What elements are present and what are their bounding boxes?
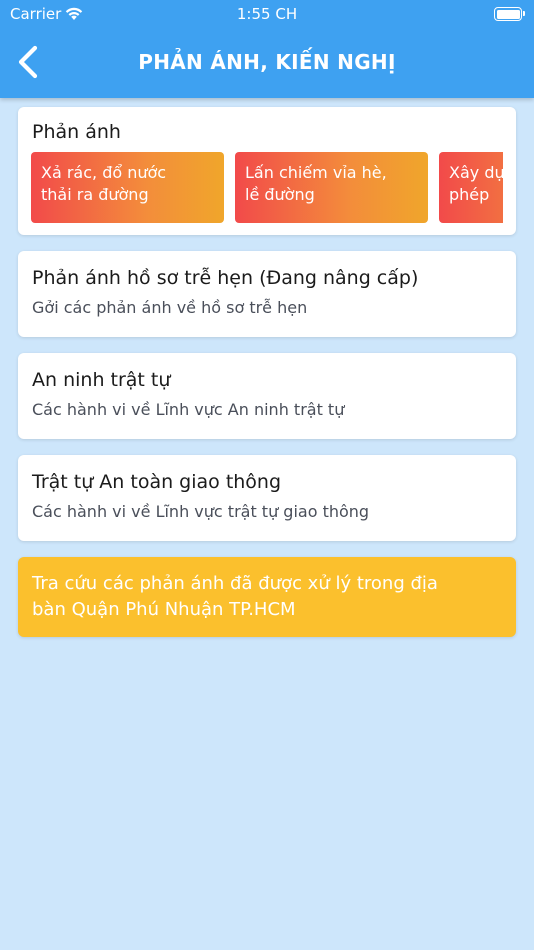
lookup-processed-button[interactable]: Tra cứu các phản ánh đã được xử lý trong… — [18, 557, 516, 637]
back-button[interactable] — [6, 40, 50, 84]
list-item-title: Trật tự An toàn giao thông — [32, 471, 282, 493]
list-item-security[interactable]: An ninh trật tự Các hành vi về Lĩnh vực … — [18, 353, 516, 439]
status-bar: Carrier 1:55 CH — [0, 0, 534, 28]
list-item-subtitle: Các hành vi về Lĩnh vực An ninh trật tự — [32, 400, 345, 419]
page-title: PHẢN ÁNH, KIẾN NGHỊ — [138, 50, 396, 74]
category-chip-littering[interactable]: Xả rác, đổ nước thải ra đường — [31, 152, 224, 223]
status-time: 1:55 CH — [236, 5, 298, 23]
category-chip-sidewalk[interactable]: Lấn chiếm vỉa hè, lề đường — [235, 152, 428, 223]
battery-icon — [494, 7, 525, 21]
category-chip-strip[interactable]: Xả rác, đổ nước thải ra đường Lấn chiếm … — [31, 152, 503, 224]
list-item-subtitle: Gởi các phản ánh về hồ sơ trễ hẹn — [32, 298, 308, 317]
lookup-line-2: bàn Quận Phú Nhuận TP.HCM — [32, 599, 296, 620]
top-bar: Carrier 1:55 CH PHẢN ÁNH, KIẾN NGHỊ — [0, 0, 534, 98]
list-item-late-records[interactable]: Phản ánh hồ sơ trễ hẹn (Đang nâng cấp) G… — [18, 251, 516, 337]
chevron-left-icon — [18, 45, 38, 79]
list-item-title: An ninh trật tự — [32, 369, 171, 391]
list-item-subtitle: Các hành vi về Lĩnh vực trật tự giao thô… — [32, 502, 370, 521]
category-card-title: Phản ánh — [32, 121, 121, 143]
lookup-line-1: Tra cứu các phản ánh đã được xử lý trong… — [32, 573, 438, 594]
list-item-title: Phản ánh hồ sơ trễ hẹn (Đang nâng cấp) — [32, 267, 419, 289]
category-chip-construction[interactable]: Xây dựng không phép — [439, 152, 503, 223]
list-item-traffic[interactable]: Trật tự An toàn giao thông Các hành vi v… — [18, 455, 516, 541]
category-card: Phản ánh Xả rác, đổ nước thải ra đường L… — [18, 107, 516, 235]
